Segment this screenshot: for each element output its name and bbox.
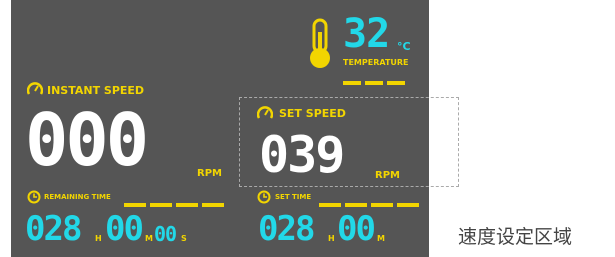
set-time-h-unit: H	[328, 234, 335, 243]
instant-speed-value: 000	[25, 98, 149, 182]
remaining-time-seconds: 00	[154, 222, 177, 246]
remaining-time-label: REMAINING TIME	[44, 193, 111, 201]
set-speed-callout-box	[239, 97, 459, 187]
instant-speed-unit: RPM	[197, 168, 222, 179]
set-time-m-unit: M	[377, 234, 385, 243]
temperature-bars	[343, 72, 409, 91]
set-time-minutes[interactable]: 00	[337, 212, 376, 246]
annotation-text: 速度设定区域	[458, 226, 573, 248]
clock-icon	[27, 190, 41, 204]
remaining-time-hours: 028	[25, 209, 82, 249]
temperature-value: 32	[343, 11, 390, 57]
set-time-label: SET TIME	[275, 193, 312, 201]
thermometer-icon	[310, 18, 330, 68]
clock-icon	[257, 190, 271, 204]
temperature-label: TEMPERATURE	[343, 58, 409, 67]
speedometer-icon	[27, 82, 43, 95]
remaining-time-minutes: 00	[105, 209, 144, 249]
remaining-time-s-unit: S	[181, 234, 187, 243]
remaining-time-m-unit: M	[145, 234, 153, 243]
set-time-hours[interactable]: 028	[258, 212, 315, 246]
temperature-unit: °C	[397, 40, 411, 53]
instant-speed-label: INSTANT SPEED	[47, 84, 145, 97]
remaining-time-h-unit: H	[95, 234, 102, 243]
